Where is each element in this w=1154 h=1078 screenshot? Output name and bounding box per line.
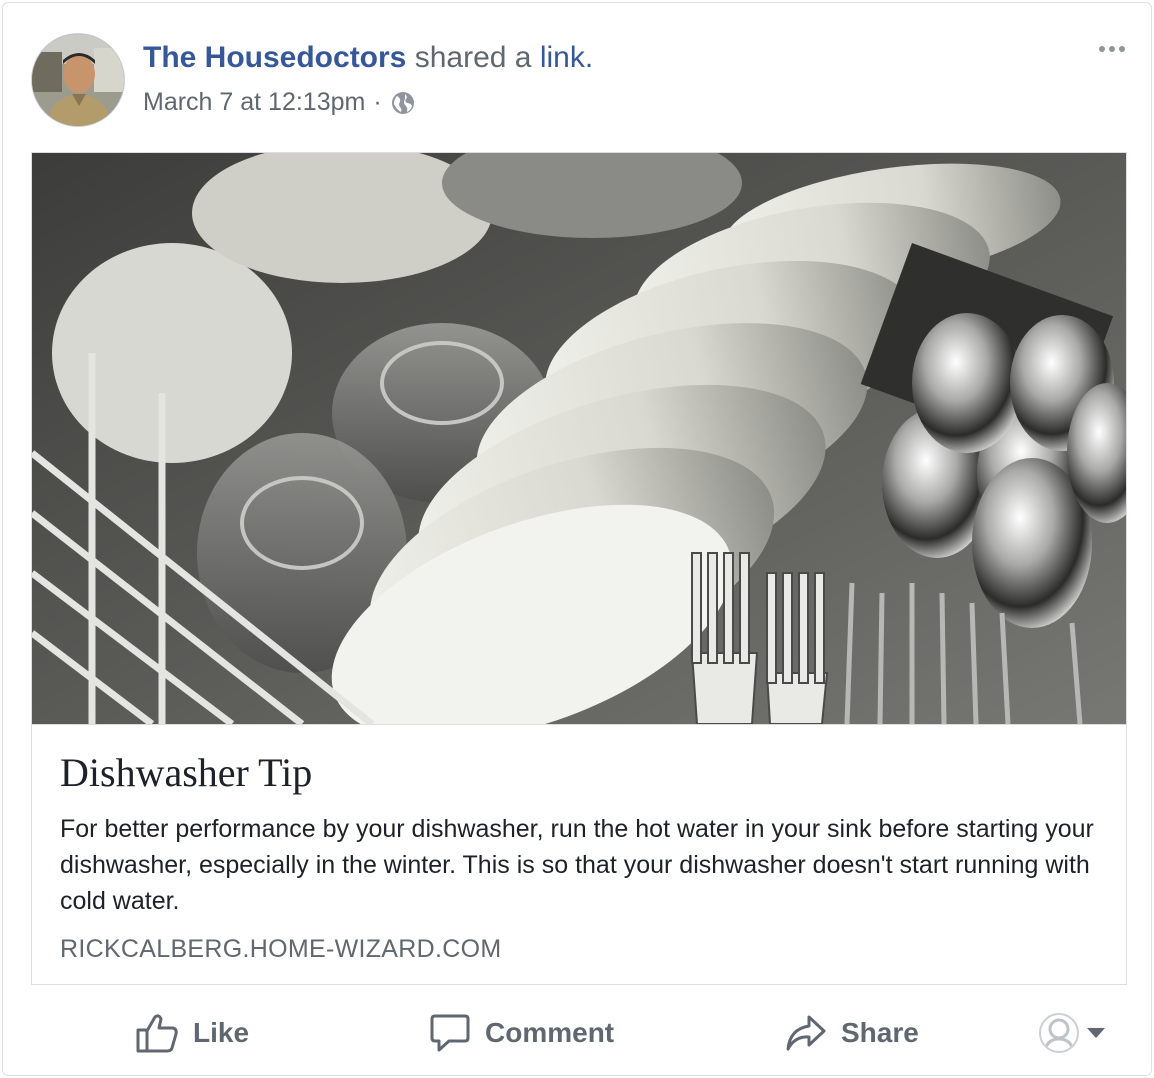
- share-button[interactable]: Share: [785, 1011, 919, 1055]
- shared-text: shared a: [414, 41, 532, 74]
- comment-button[interactable]: Comment: [429, 1011, 614, 1055]
- link-preview-image[interactable]: [32, 153, 1126, 724]
- link-description: For better performance by your dishwashe…: [60, 815, 1094, 915]
- chevron-down-icon: [1087, 1028, 1105, 1038]
- shared-link-word[interactable]: link.: [540, 41, 593, 74]
- post-options-button[interactable]: [1095, 39, 1129, 59]
- thumbs-up-icon: [136, 1014, 178, 1053]
- link-domain: RICKCALBERG.HOME-WIZARD.COM: [60, 935, 502, 963]
- globe-icon[interactable]: [390, 90, 416, 116]
- viewer-avatar: [1039, 1013, 1079, 1053]
- comment-bubble-icon: [430, 1014, 470, 1052]
- share-label: Share: [841, 1017, 919, 1048]
- meta-separator: ·: [373, 88, 382, 116]
- post-as-selector[interactable]: [1039, 1011, 1105, 1055]
- author-name-link[interactable]: The Housedoctors: [143, 41, 406, 74]
- ellipsis-icon: [1099, 46, 1105, 52]
- post-actions-bar: Like Comment Share: [3, 1001, 1153, 1067]
- like-button[interactable]: Like: [135, 1011, 249, 1055]
- post-timestamp[interactable]: March 7 at 12:13pm: [143, 88, 365, 117]
- share-arrow-icon: [786, 1015, 826, 1051]
- comment-label: Comment: [485, 1017, 615, 1048]
- post-card: The Housedoctors shared a link. March 7 …: [2, 2, 1152, 1076]
- post-meta: March 7 at 12:13pm ·: [143, 88, 416, 117]
- like-label: Like: [193, 1017, 250, 1048]
- link-preview-body[interactable]: Dishwasher Tip For better performance by…: [32, 724, 1126, 984]
- link-preview[interactable]: Dishwasher Tip For better performance by…: [31, 152, 1127, 985]
- avatar-photo: [32, 34, 124, 126]
- dishwasher-photo: [32, 153, 1126, 724]
- author-avatar[interactable]: [31, 33, 125, 127]
- default-user-icon: [1043, 1018, 1075, 1051]
- link-title[interactable]: Dishwasher Tip: [60, 749, 312, 796]
- post-header-title: The Housedoctors shared a link.: [143, 41, 593, 75]
